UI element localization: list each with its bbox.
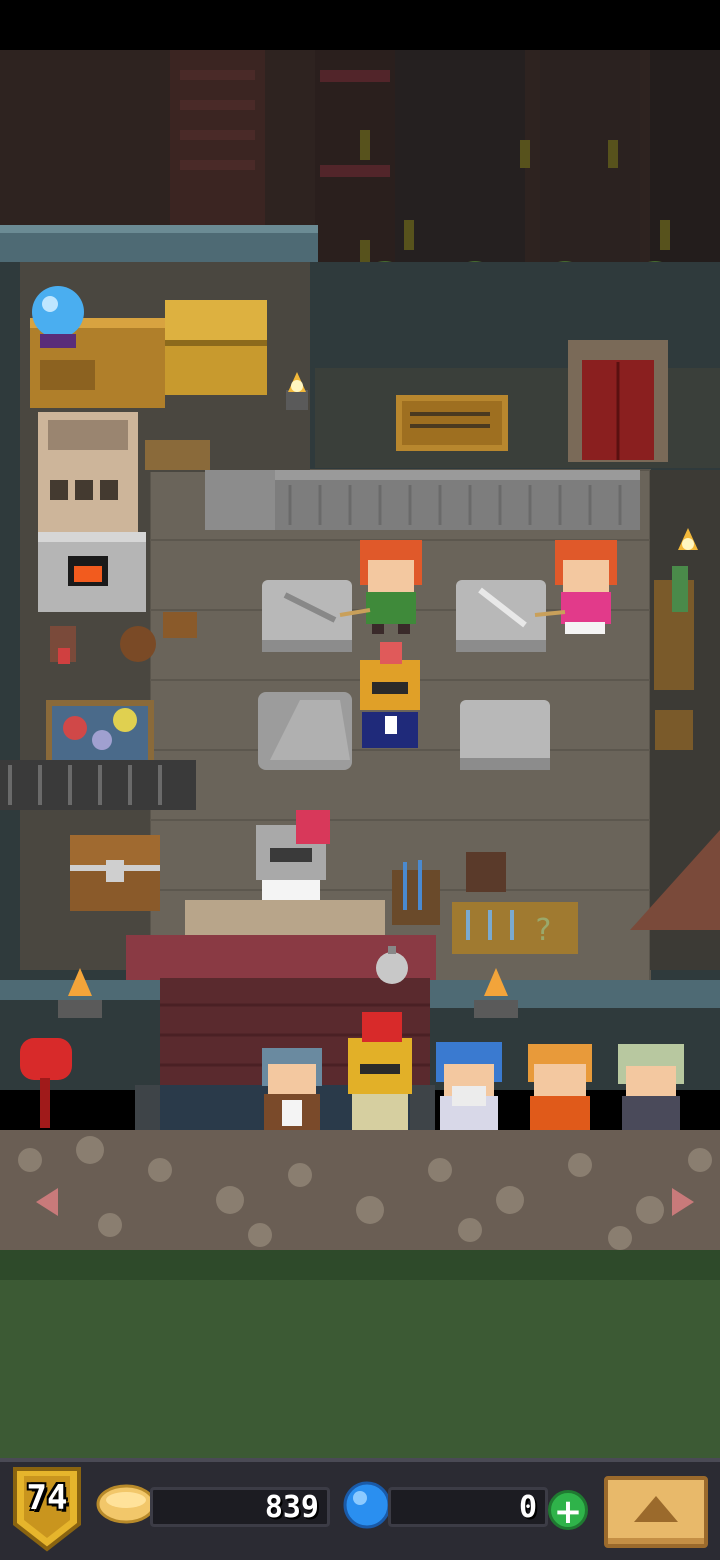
mystery-item-mark: ? [534,913,552,948]
gold-coin-icon [96,1484,156,1524]
blue-gem-icon [343,1481,391,1529]
queue-aviator-kid [262,1048,322,1130]
queue-grey-hair-elder [618,1044,684,1136]
gold-chest [165,300,267,395]
crafting-stone-3 [258,692,352,770]
crafting-stone-4 [460,700,550,770]
coin-amount: 839 [264,1489,319,1525]
arched-door [568,340,668,462]
triangle-up-icon [634,1496,678,1522]
expand-menu-button[interactable] [604,1476,708,1548]
fireplace [38,532,146,612]
crafting-stone-2 [456,580,546,652]
queue-blue-hair-elder [436,1042,502,1138]
gem-amount: 0 [518,1489,537,1525]
add-gems-button[interactable]: + [548,1490,588,1531]
shop-sign [396,395,508,451]
game-screen: ? 74 839 0 + [0,0,720,1560]
shop-scene: ? [0,0,720,1460]
player-level: 74 [26,1478,68,1518]
treasure-chest [70,835,160,911]
queue-orange-hair-kid [528,1044,592,1134]
crafting-stone-1 [262,580,352,652]
gem-counter: 0 [388,1487,548,1527]
bookshelf [38,412,138,532]
coin-counter: 839 [150,1487,330,1527]
